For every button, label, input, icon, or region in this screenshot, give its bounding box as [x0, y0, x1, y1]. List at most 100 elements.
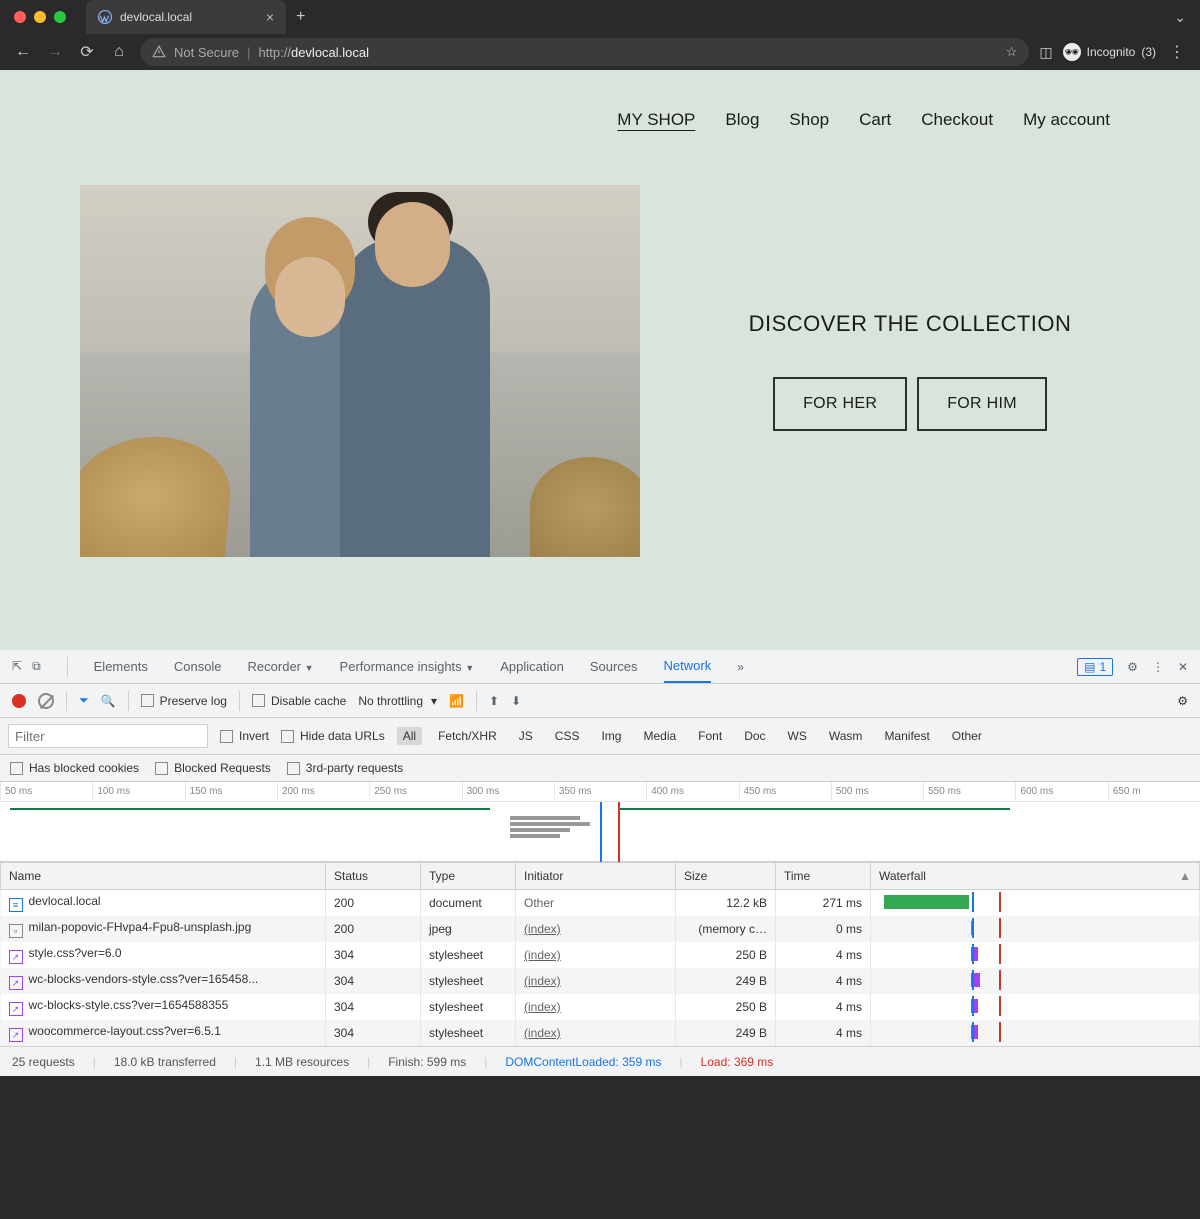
network-toolbar: ⏷ 🔍 Preserve log Disable cache No thrott… [0, 684, 1200, 718]
back-button[interactable]: ← [12, 43, 34, 61]
type-filter-all[interactable]: All [397, 727, 422, 745]
nav-link-checkout[interactable]: Checkout [921, 110, 993, 130]
device-icon[interactable]: ⧉ [32, 659, 41, 674]
home-button[interactable]: ⌂ [108, 43, 130, 61]
devtools-tab-console[interactable]: Console [174, 651, 222, 682]
browser-menu-icon[interactable]: ⋮ [1166, 42, 1188, 62]
record-button[interactable] [12, 694, 26, 708]
nav-link-shop[interactable]: Shop [789, 110, 829, 130]
timeline-tick: 250 ms [369, 782, 461, 801]
tab-bar: devlocal.local × + ⌄ [0, 0, 1200, 34]
domcontentloaded-time: DOMContentLoaded: 359 ms [505, 1055, 661, 1069]
hero-section: DISCOVER THE COLLECTION FOR HER FOR HIM [0, 130, 1200, 557]
type-filter-img[interactable]: Img [595, 727, 627, 745]
column-time[interactable]: Time [776, 863, 871, 890]
download-icon[interactable]: ⬇ [511, 694, 521, 708]
css-icon [9, 1028, 23, 1042]
minimize-window-button[interactable] [34, 11, 46, 23]
network-filter-bar: Invert Hide data URLs All Fetch/XHR JS CSS I… [0, 718, 1200, 755]
resources-size: 1.1 MB resources [255, 1055, 349, 1069]
maximize-window-button[interactable] [54, 11, 66, 23]
throttling-dropdown[interactable]: No throttling▾ [358, 694, 437, 708]
timeline-tick: 150 ms [185, 782, 277, 801]
disable-cache-checkbox[interactable]: Disable cache [252, 694, 346, 708]
type-filter-font[interactable]: Font [692, 727, 728, 745]
timeline-overview[interactable]: 50 ms100 ms150 ms200 ms250 ms300 ms350 m… [0, 782, 1200, 862]
timeline-tick: 450 ms [739, 782, 831, 801]
network-settings-icon[interactable]: ⚙ [1177, 694, 1188, 708]
reload-button[interactable]: ⟳ [76, 42, 98, 62]
close-tab-icon[interactable]: × [266, 9, 274, 25]
close-devtools-icon[interactable]: ✕ [1178, 660, 1188, 674]
close-window-button[interactable] [14, 11, 26, 23]
devtools-menu-icon[interactable]: ⋮ [1152, 660, 1164, 674]
incognito-indicator[interactable]: 🕶 Incognito (3) [1063, 43, 1156, 61]
address-bar[interactable]: Not Secure | http://devlocal.local ☆ [140, 38, 1029, 66]
network-row[interactable]: woocommerce-layout.css?ver=6.5.1304style… [1, 1020, 1200, 1046]
star-icon[interactable]: ☆ [1006, 44, 1018, 60]
type-filter-ws[interactable]: WS [782, 727, 813, 745]
network-row[interactable]: wc-blocks-style.css?ver=1654588355304sty… [1, 994, 1200, 1020]
hide-data-urls-checkbox[interactable]: Hide data URLs [281, 729, 385, 743]
preserve-log-checkbox[interactable]: Preserve log [141, 694, 227, 708]
type-filter-wasm[interactable]: Wasm [823, 727, 869, 745]
column-initiator[interactable]: Initiator [516, 863, 676, 890]
column-type[interactable]: Type [421, 863, 516, 890]
css-icon [9, 950, 23, 964]
more-tabs-icon[interactable]: » [737, 660, 744, 674]
search-icon[interactable]: 🔍 [101, 694, 116, 708]
filter-icon[interactable]: ⏷ [79, 693, 89, 708]
blocked-requests-checkbox[interactable]: Blocked Requests [155, 761, 271, 775]
network-row[interactable]: ≡devlocal.local200documentOther12.2 kB27… [1, 890, 1200, 917]
browser-tab[interactable]: devlocal.local × [86, 0, 286, 34]
nav-link-my-account[interactable]: My account [1023, 110, 1110, 130]
nav-link-blog[interactable]: Blog [725, 110, 759, 130]
third-party-checkbox[interactable]: 3rd-party requests [287, 761, 403, 775]
site-nav: MY SHOP Blog Shop Cart Checkout My account [0, 70, 1200, 130]
devtools-tab-network[interactable]: Network [664, 650, 712, 683]
column-name[interactable]: Name [1, 863, 326, 890]
inspect-icon[interactable]: ⇱ [12, 659, 22, 674]
css-icon [9, 976, 23, 990]
filter-input[interactable] [8, 724, 208, 748]
issues-button[interactable]: ▤1 [1077, 658, 1113, 676]
devtools-tab-bar: ⇱ ⧉ Elements Console Recorder ▼ Performance… [0, 650, 1200, 684]
for-him-button[interactable]: FOR HIM [917, 377, 1047, 431]
type-filter-other[interactable]: Other [946, 727, 988, 745]
blocked-cookies-checkbox[interactable]: Has blocked cookies [10, 761, 139, 775]
devtools-tab-recorder[interactable]: Recorder ▼ [248, 651, 314, 682]
type-filter-manifest[interactable]: Manifest [878, 727, 935, 745]
network-conditions-icon[interactable]: 📶 [449, 694, 464, 708]
network-row[interactable]: ▫milan-popovic-FHvpa4-Fpu8-unsplash.jpg2… [1, 916, 1200, 942]
network-row[interactable]: wc-blocks-vendors-style.css?ver=165458..… [1, 968, 1200, 994]
hero-image [80, 185, 640, 557]
devtools-tab-performance-insights[interactable]: Performance insights ▼ [340, 651, 475, 682]
css-icon [9, 1002, 23, 1016]
column-size[interactable]: Size [676, 863, 776, 890]
panel-icon[interactable]: ◫ [1039, 44, 1052, 61]
devtools-tab-elements[interactable]: Elements [94, 651, 148, 682]
new-tab-button[interactable]: + [286, 0, 315, 34]
nav-link-my-shop[interactable]: MY SHOP [617, 110, 695, 130]
type-filter-css[interactable]: CSS [549, 727, 586, 745]
invert-checkbox[interactable]: Invert [220, 729, 269, 743]
settings-icon[interactable]: ⚙ [1127, 660, 1138, 674]
nav-link-cart[interactable]: Cart [859, 110, 891, 130]
img-icon: ▫ [9, 924, 23, 938]
devtools-tab-sources[interactable]: Sources [590, 651, 638, 682]
type-filter-media[interactable]: Media [637, 727, 682, 745]
tabs-dropdown-icon[interactable]: ⌄ [1160, 0, 1200, 34]
column-waterfall[interactable]: Waterfall▲ [871, 863, 1200, 890]
devtools-tab-application[interactable]: Application [500, 651, 564, 682]
column-status[interactable]: Status [326, 863, 421, 890]
type-filter-doc[interactable]: Doc [738, 727, 771, 745]
timeline-tick: 300 ms [462, 782, 554, 801]
not-secure-icon [152, 45, 166, 59]
for-her-button[interactable]: FOR HER [773, 377, 907, 431]
forward-button[interactable]: → [44, 43, 66, 61]
type-filter-fetchxhr[interactable]: Fetch/XHR [432, 727, 503, 745]
network-row[interactable]: style.css?ver=6.0304stylesheet(index)250… [1, 942, 1200, 968]
clear-button[interactable] [38, 693, 54, 709]
type-filter-js[interactable]: JS [513, 727, 539, 745]
upload-icon[interactable]: ⬆ [489, 694, 499, 708]
